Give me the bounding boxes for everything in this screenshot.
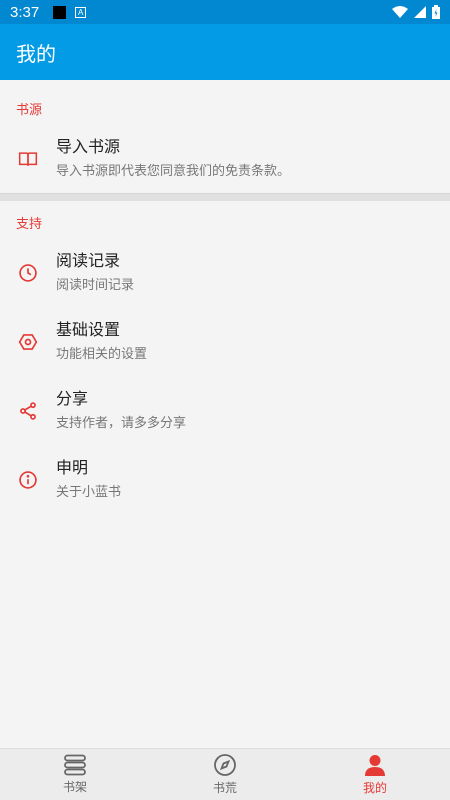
share-item[interactable]: 分享 支持作者，请多多分享 <box>0 376 450 445</box>
status-time: 3:37 <box>10 3 40 21</box>
item-title: 阅读记录 <box>56 250 121 270</box>
page-title: 我的 <box>16 41 56 66</box>
nav-discover[interactable]: 书荒 <box>150 749 300 800</box>
clock-icon <box>19 263 37 282</box>
nav-label: 书荒 <box>212 781 237 795</box>
book-open-icon <box>18 151 38 166</box>
section-title-book-source: 书源 <box>16 103 43 118</box>
item-title: 申明 <box>56 457 89 477</box>
item-subtitle: 关于小蓝书 <box>56 484 122 500</box>
notification-a-icon: A <box>75 6 87 18</box>
bookshelf-icon <box>64 754 86 776</box>
person-icon <box>365 755 385 776</box>
nav-label: 书架 <box>62 780 87 794</box>
compass-icon <box>214 754 236 776</box>
hexagon-settings-icon <box>18 333 38 350</box>
section-title-support: 支持 <box>16 217 43 232</box>
item-subtitle: 导入书源即代表您同意我们的免责条款。 <box>56 163 291 179</box>
reading-history-item[interactable]: 阅读记录 阅读时间记录 <box>0 238 450 307</box>
status-bar: 3:37 A <box>0 0 450 24</box>
share-icon <box>20 401 36 420</box>
battery-icon <box>432 5 440 19</box>
item-subtitle: 支持作者，请多多分享 <box>56 415 187 431</box>
basic-settings-item[interactable]: 基础设置 功能相关的设置 <box>0 307 450 376</box>
item-title: 分享 <box>56 388 89 408</box>
wifi-icon <box>392 6 408 18</box>
bottom-navigation: 书架 书荒 我的 <box>0 748 450 800</box>
info-icon <box>19 470 37 489</box>
section-divider <box>0 193 450 201</box>
settings-list: 书源 导入书源 导入书源即代表您同意我们的免责条款。 支持 阅读记录 阅读时间记… <box>0 80 450 748</box>
statement-item[interactable]: 申明 关于小蓝书 <box>0 445 450 514</box>
item-title: 导入书源 <box>56 136 121 156</box>
nav-mine[interactable]: 我的 <box>300 749 450 800</box>
item-subtitle: 功能相关的设置 <box>56 346 148 362</box>
nav-bookshelf[interactable]: 书架 <box>0 749 150 800</box>
item-title: 基础设置 <box>56 319 121 339</box>
import-book-source-item[interactable]: 导入书源 导入书源即代表您同意我们的免责条款。 <box>0 124 450 193</box>
cell-signal-icon <box>414 6 426 18</box>
item-subtitle: 阅读时间记录 <box>56 277 135 293</box>
app-bar: 我的 <box>0 24 450 80</box>
notification-icon <box>53 5 67 19</box>
nav-label: 我的 <box>362 781 387 795</box>
